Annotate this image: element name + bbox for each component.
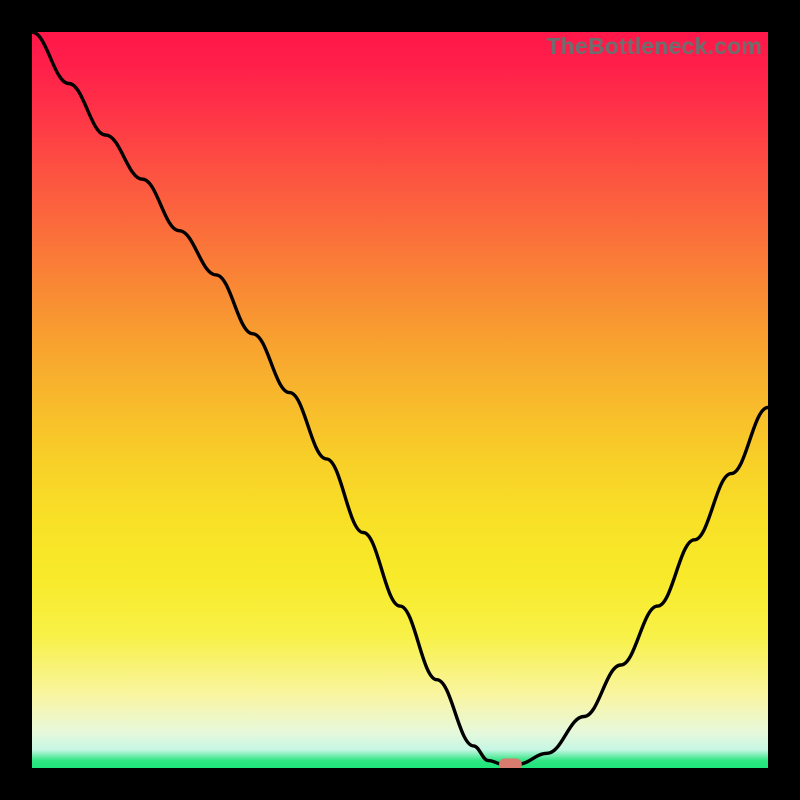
bottleneck-curve-path [32,32,768,764]
chart-plot-area: TheBottleneck.com [32,32,768,768]
chart-outer-frame: TheBottleneck.com [0,0,800,800]
watermark-text: TheBottleneck.com [546,33,762,60]
bottleneck-curve-svg [32,32,768,768]
optimum-marker [499,758,522,768]
